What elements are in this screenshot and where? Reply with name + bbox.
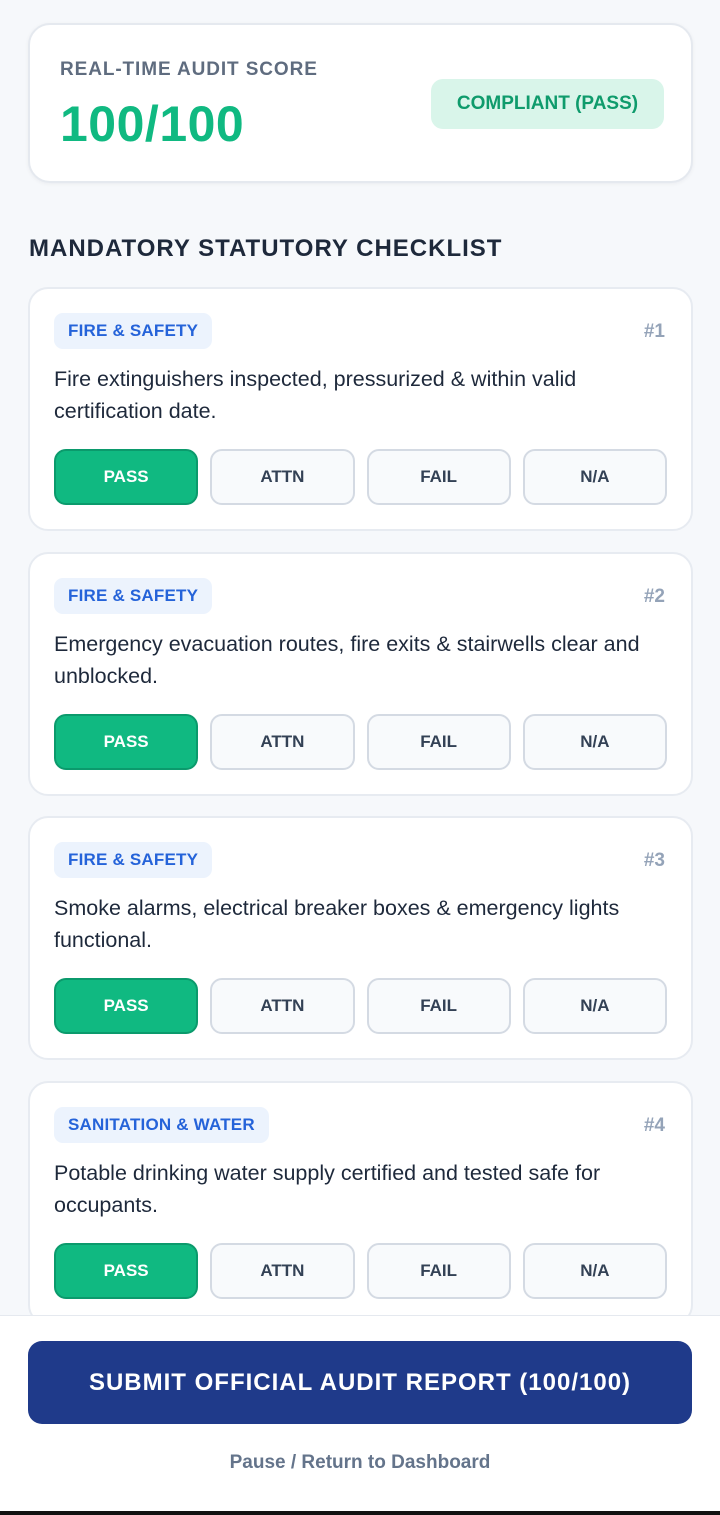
option-fail-button[interactable]: FAIL	[366, 449, 511, 505]
item-description: Potable drinking water supply certified …	[54, 1161, 601, 1217]
category-tag: FIRE & SAFETY	[54, 313, 213, 349]
option-attn-button[interactable]: ATTN	[210, 714, 355, 770]
option-pass-button[interactable]: PASS	[54, 978, 199, 1034]
option-pass-button[interactable]: PASS	[54, 714, 199, 770]
option-attn-button[interactable]: ATTN	[210, 978, 355, 1034]
bottom-edge-bar	[0, 1511, 720, 1515]
option-na-button[interactable]: N/A	[522, 978, 667, 1034]
option-na-button[interactable]: N/A	[522, 1243, 667, 1299]
option-pass-button[interactable]: PASS	[54, 1243, 199, 1299]
status-badge: COMPLIANT (PASS)	[431, 79, 664, 129]
option-fail-button[interactable]: FAIL	[366, 714, 511, 770]
audit-screen: REAL-TIME AUDIT SCORE 100/100 COMPLIANT …	[0, 0, 720, 1515]
item-number: #1	[643, 321, 665, 342]
item-number: #4	[643, 1115, 665, 1136]
score-value: 100/100	[60, 96, 245, 152]
return-to-dashboard-link[interactable]: Pause / Return to Dashboard	[0, 1452, 720, 1474]
item-description: Emergency evacuation routes, fire exits …	[54, 632, 640, 688]
response-options: PASS ATTN FAIL N/A	[54, 978, 667, 1034]
section-title: MANDATORY STATUTORY CHECKLIST	[29, 235, 503, 262]
submit-report-button[interactable]: SUBMIT OFFICIAL AUDIT REPORT (100/100)	[28, 1341, 692, 1424]
option-na-button[interactable]: N/A	[522, 449, 667, 505]
option-na-button[interactable]: N/A	[522, 714, 667, 770]
option-fail-button[interactable]: FAIL	[366, 1243, 511, 1299]
checklist-item-card: FIRE & SAFETY #2 Emergency evacuation rout…	[28, 552, 693, 796]
checklist-item-card: SANITATION & WATER #4 Potable drinking wat…	[28, 1081, 693, 1325]
item-description: Smoke alarms, electrical breaker boxes &…	[54, 896, 620, 952]
response-options: PASS ATTN FAIL N/A	[54, 1243, 667, 1299]
footer-bar: SUBMIT OFFICIAL AUDIT REPORT (100/100) P…	[0, 1315, 720, 1515]
option-pass-button[interactable]: PASS	[54, 449, 199, 505]
checklist-item-card: FIRE & SAFETY #1 Fire extinguishers inspec…	[28, 287, 693, 531]
category-tag: SANITATION & WATER	[54, 1107, 269, 1143]
checklist-item-card: FIRE & SAFETY #3 Smoke alarms, electrical …	[28, 816, 693, 1060]
item-number: #2	[643, 586, 665, 607]
item-description: Fire extinguishers inspected, pressurize…	[54, 367, 577, 423]
response-options: PASS ATTN FAIL N/A	[54, 714, 667, 770]
score-label: REAL-TIME AUDIT SCORE	[60, 59, 318, 80]
item-number: #3	[643, 850, 665, 871]
option-attn-button[interactable]: ATTN	[210, 1243, 355, 1299]
response-options: PASS ATTN FAIL N/A	[54, 449, 667, 505]
category-tag: FIRE & SAFETY	[54, 842, 213, 878]
option-fail-button[interactable]: FAIL	[366, 978, 511, 1034]
category-tag: FIRE & SAFETY	[54, 578, 213, 614]
option-attn-button[interactable]: ATTN	[210, 449, 355, 505]
score-card: REAL-TIME AUDIT SCORE 100/100 COMPLIANT …	[28, 23, 693, 183]
